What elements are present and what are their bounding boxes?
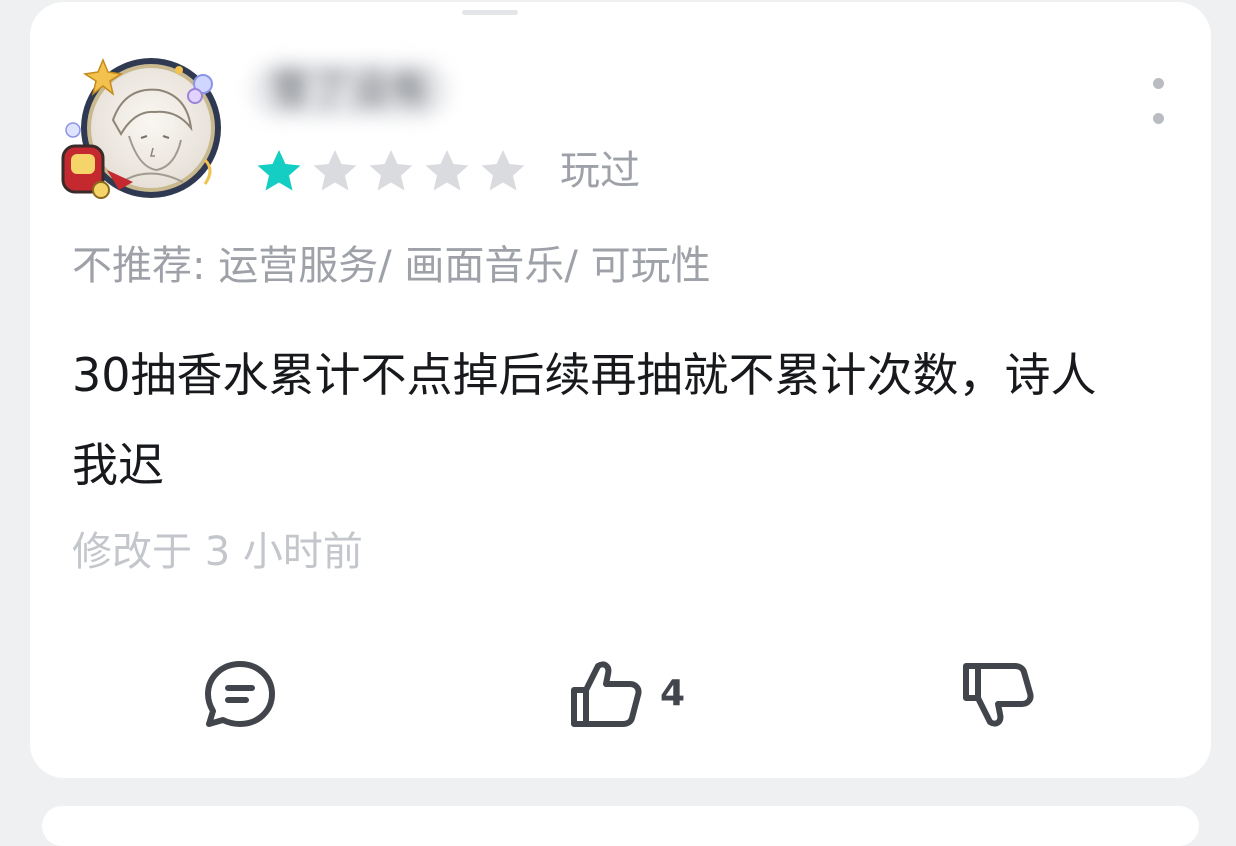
rating-row: 玩过 xyxy=(254,146,640,196)
avatar-image xyxy=(61,58,221,199)
star-empty-icon xyxy=(313,150,357,191)
next-review-card xyxy=(42,806,1199,846)
comment-button[interactable] xyxy=(200,654,280,734)
thumbs-up-icon xyxy=(571,661,642,727)
star-empty-icon xyxy=(425,150,469,191)
like-count: 4 xyxy=(660,673,686,714)
drag-handle xyxy=(462,10,518,15)
star-empty-icon xyxy=(369,150,413,191)
more-vertical-icon-dot xyxy=(1152,78,1164,89)
status-label: 玩过 xyxy=(560,148,640,194)
star-empty-icon xyxy=(481,150,525,191)
modified-time: 修改于 3 小时前 xyxy=(72,529,363,575)
rating-stars xyxy=(254,147,534,195)
dislike-button[interactable] xyxy=(958,654,1038,734)
comment-bubble-icon xyxy=(205,661,275,727)
thumbs-down-icon xyxy=(963,663,1034,727)
star-filled-icon xyxy=(257,150,301,191)
like-button[interactable]: 4 xyxy=(566,654,685,734)
username[interactable]: 雪了没有 xyxy=(252,62,448,118)
review-content: 30抽香水累计不点掉后续再抽就不累计次数，诗人我迟 xyxy=(72,348,1097,492)
not-recommended-tags: 不推荐: 运营服务/ 画面音乐/ 可玩性 xyxy=(72,243,711,289)
avatar[interactable] xyxy=(55,50,221,204)
more-options-button[interactable] xyxy=(1138,78,1178,124)
more-vertical-icon-dot xyxy=(1152,113,1164,124)
